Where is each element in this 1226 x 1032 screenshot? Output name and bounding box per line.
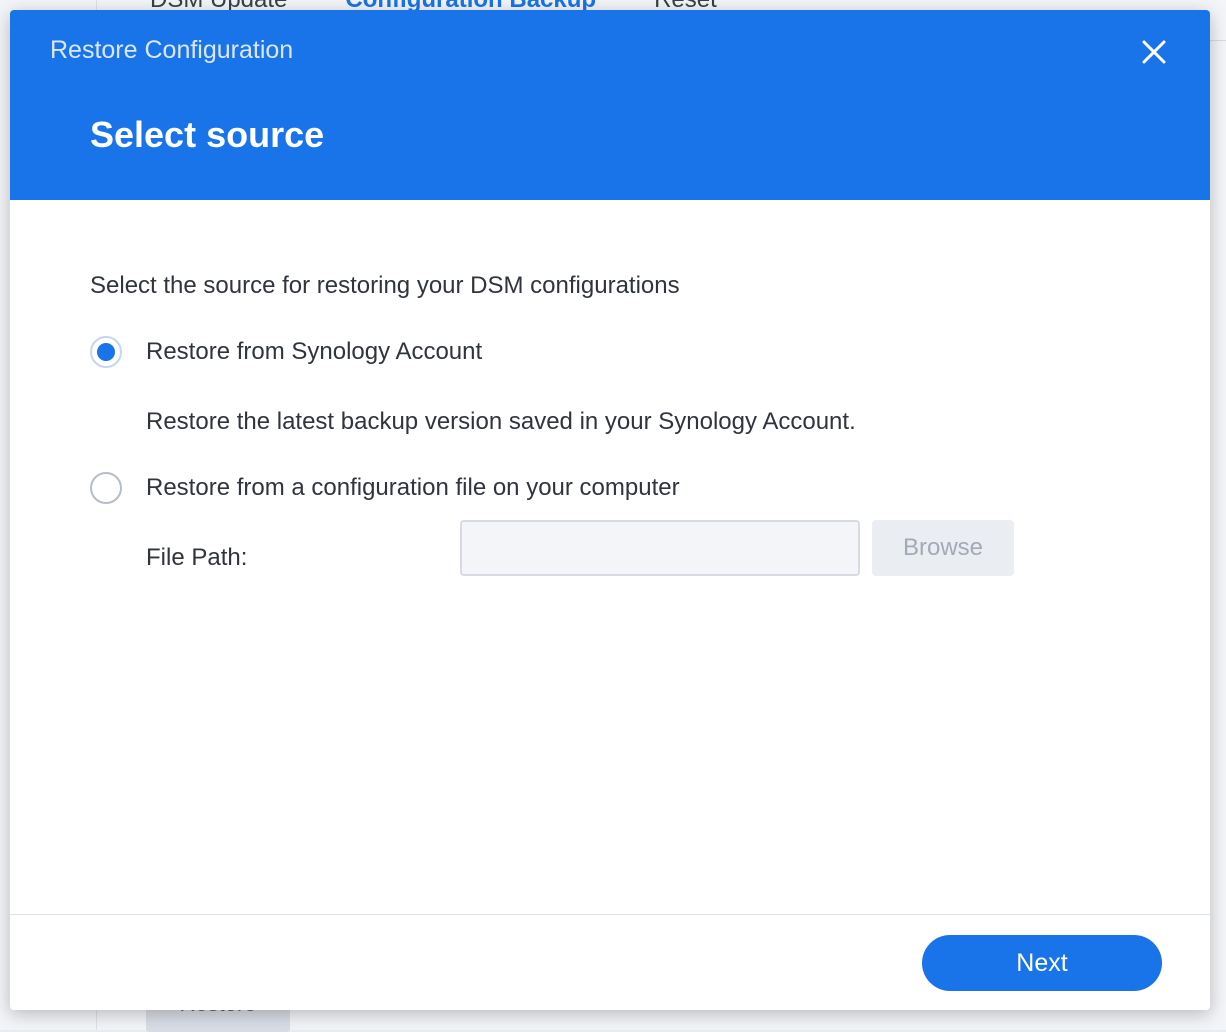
option-description: Restore the latest backup version saved … [146,408,856,435]
dialog-window-title: Restore Configuration [50,36,294,64]
dialog-footer: Next [10,914,1210,1010]
file-path-input[interactable] [460,520,860,576]
option-label: Restore from a configuration file on you… [146,474,680,501]
radio-selected-dot [97,343,115,361]
instruction-text: Select the source for restoring your DSM… [90,272,680,299]
dialog-body: Select the source for restoring your DSM… [10,200,1210,914]
option-synology-account[interactable]: Restore from Synology Account [90,336,482,368]
close-icon [1142,40,1166,64]
divider [1210,40,1226,41]
radio-configuration-file[interactable] [90,472,122,504]
restore-configuration-dialog: Restore Configuration Select source Sele… [10,10,1210,1010]
option-configuration-file[interactable]: Restore from a configuration file on you… [90,472,680,504]
browse-button[interactable]: Browse [872,520,1014,576]
next-button[interactable]: Next [922,935,1162,991]
dialog-header: Restore Configuration Select source [10,10,1210,200]
step-title: Select source [90,114,325,155]
option-label: Restore from Synology Account [146,338,483,365]
close-button[interactable] [1134,32,1174,72]
file-path-label: File Path: [146,544,248,571]
radio-synology-account[interactable] [90,336,122,368]
